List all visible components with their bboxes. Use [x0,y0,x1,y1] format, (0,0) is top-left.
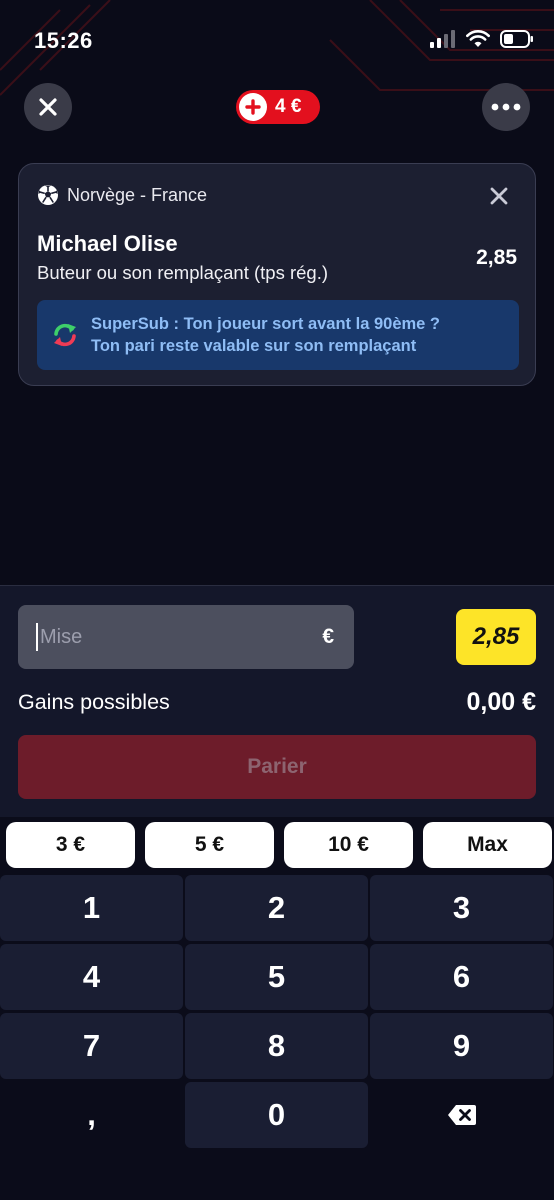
odds-badge: 2,85 [456,609,536,665]
key-3[interactable]: 3 [370,875,553,941]
soccer-ball-icon [38,185,58,205]
quick-amount-5[interactable]: 5 € [145,822,274,868]
place-bet-button[interactable]: Parier [18,735,536,799]
bet-card: Norvège - France Michael Olise Buteur ou… [18,163,536,386]
key-4[interactable]: 4 [0,944,183,1010]
close-icon [39,98,57,116]
quick-amount-3[interactable]: 3 € [6,822,135,868]
quick-amount-10[interactable]: 10 € [284,822,413,868]
key-5[interactable]: 5 [185,944,368,1010]
quick-amount-max[interactable]: Max [423,822,552,868]
remove-bet-icon[interactable] [489,186,509,206]
supersub-text: SuperSub : Ton joueur sort avant la 90èm… [91,313,440,357]
supersub-line-2: Ton pari reste valable sur son remplaçan… [91,337,417,355]
signal-icon [430,30,455,48]
match-name: Norvège - France [67,184,208,205]
quick-amounts: 3 € 5 € 10 € Max [6,822,552,868]
match-row: Norvège - France [37,184,207,206]
player-name: Michael Olise [37,231,178,256]
stake-currency: € [322,625,334,648]
key-9[interactable]: 9 [370,1013,553,1079]
wifi-icon [466,30,490,47]
close-button[interactable] [24,83,72,131]
numeric-keyboard: 3 € 5 € 10 € Max 1 2 3 4 5 6 7 8 9 , 0 [0,817,554,1200]
plus-icon [239,93,267,121]
key-1[interactable]: 1 [0,875,183,941]
more-icon [491,103,521,111]
backspace-icon [447,1105,476,1125]
winnings-label: Gains possibles [18,690,170,714]
key-0[interactable]: 0 [185,1082,368,1148]
key-7[interactable]: 7 [0,1013,183,1079]
status-icons [430,30,534,48]
text-caret [36,623,38,651]
battery-icon [500,30,533,48]
market-name: Buteur ou son remplaçant (tps rég.) [37,262,329,283]
more-options-button[interactable] [482,83,530,131]
swap-arrows-icon [54,323,76,347]
bet-slip-badge[interactable]: 4 € [236,90,320,124]
key-comma[interactable]: , [0,1082,183,1148]
winnings-value: 0,00 € [466,688,536,716]
stake-panel: Mise € 2,85 Gains possibles 0,00 € Parie… [0,585,554,817]
key-8[interactable]: 8 [185,1013,368,1079]
stake-placeholder: Mise [40,625,83,648]
key-backspace[interactable] [370,1082,553,1148]
supersub-banner: SuperSub : Ton joueur sort avant la 90èm… [37,300,519,370]
key-6[interactable]: 6 [370,944,553,1010]
status-time: 15:26 [34,28,93,53]
supersub-line-1: SuperSub : Ton joueur sort avant la 90èm… [91,315,441,333]
bet-slip-amount: 4 € [275,96,302,117]
stake-input[interactable]: Mise € [18,605,354,669]
key-2[interactable]: 2 [185,875,368,941]
bet-odds: 2,85 [476,246,517,269]
